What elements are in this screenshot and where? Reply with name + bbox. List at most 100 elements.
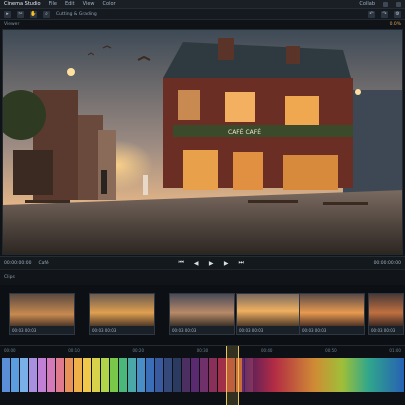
color-swatch[interactable] [128,358,136,392]
clip-label: 00:03 00:03 [237,326,301,334]
skip-forward-icon[interactable]: ⏭ [237,259,245,267]
clip-thumbnail[interactable]: 00:03 00:03 [299,293,365,335]
cafe-window-2 [285,96,319,126]
clip-thumbnail[interactable]: 00:03 00:03 [169,293,235,335]
color-swatch[interactable] [29,358,37,392]
cafe-sign: CAFÉ CAFÉ [228,128,261,136]
video-viewer[interactable]: CAFÉ CAFÉ [2,29,403,255]
close-icon[interactable] [396,1,401,7]
ruler-tick: 00:40 [260,348,273,353]
color-swatch-strip[interactable] [2,358,254,392]
clip-image [10,294,74,328]
cafe-window-3 [178,90,200,120]
clip-thumbnail[interactable]: 00:03 00:03 [368,293,404,335]
ruler-tick: 00:20 [132,348,144,353]
play-icon[interactable]: ▶ [207,259,215,267]
clip-image [170,294,234,328]
redo-icon[interactable]: ↷ [381,10,388,18]
left-wall [13,150,53,195]
ruler-tick: 00:00 [4,348,16,353]
timecode-left: 00:00:00:00 [4,260,32,266]
person-2 [143,175,148,195]
hand-tool-icon[interactable]: ✋ [30,10,37,18]
color-swatch[interactable] [92,358,100,392]
timeline-ruler: 00:00 00:10 00:20 00:30 00:40 00:50 01:0… [0,348,405,355]
color-swatch[interactable] [110,358,118,392]
blade-tool-icon[interactable]: ✂ [17,10,24,18]
color-swatch[interactable] [200,358,208,392]
toolbar-status: Cutting & Grading [56,11,97,17]
color-swatch[interactable] [209,358,217,392]
clip-image [90,294,154,328]
viewer-frame: CAFÉ CAFÉ [3,30,402,254]
ivy-sign-band [173,125,353,137]
chimney-2 [286,46,300,64]
color-swatch[interactable] [56,358,64,392]
clip-strip-header: Clips [0,269,405,285]
skip-back-icon[interactable]: ⏮ [177,259,185,267]
clip-image [237,294,301,328]
storefront-window [183,150,218,190]
collab-menu[interactable]: Collab [359,1,375,7]
chimney [218,38,234,60]
ruler-tick: 00:50 [325,348,337,353]
spectrum-gradient[interactable] [242,358,404,392]
color-swatch[interactable] [83,358,91,392]
select-tool-icon[interactable]: ▸ [4,10,11,18]
color-swatch[interactable] [146,358,154,392]
cafe-window [225,92,255,122]
color-swatch[interactable] [47,358,55,392]
color-swatch[interactable] [137,358,145,392]
color-swatch[interactable] [218,358,226,392]
menu-color[interactable]: Color [103,1,116,7]
color-swatch[interactable] [11,358,19,392]
person [101,170,107,194]
storefront-window-2 [233,152,263,190]
clip-thumbnail[interactable]: 00:03 00:03 [9,293,75,335]
viewer-label: Viewer [4,22,20,27]
timeline[interactable]: 00:00 00:10 00:20 00:30 00:40 00:50 01:0… [0,345,405,405]
menubar: Cinema Studio File Edit View Color Colla… [0,0,405,9]
undo-icon[interactable]: ↶ [368,10,375,18]
menu-file[interactable]: File [49,1,57,7]
toolbar: ▸ ✂ ✋ ⌕ Cutting & Grading ↶ ↷ ⚙ [0,9,405,20]
viewer-header: Viewer 0.0% [0,20,405,29]
color-swatch[interactable] [65,358,73,392]
ruler-tick: 00:10 [68,348,80,353]
street-lamp-2 [355,89,361,95]
color-swatch[interactable] [191,358,199,392]
clip-label: 00:03 00:03 [300,326,364,334]
color-swatch[interactable] [164,358,172,392]
clip-thumbnail[interactable]: 00:03 00:03 [89,293,155,335]
strip-label: Clips [4,275,15,280]
table-far-right [323,202,368,205]
color-swatch[interactable] [38,358,46,392]
step-forward-icon[interactable]: ▶ [222,259,230,267]
color-swatch[interactable] [101,358,109,392]
step-back-icon[interactable]: ◀ [192,259,200,267]
timecode-right: 00:00:00:00 [373,260,402,266]
color-swatch[interactable] [2,358,10,392]
clip-strip: 00:03 00:03 00:03 00:03 00:03 00:03 00:0… [0,285,405,345]
color-swatch[interactable] [182,358,190,392]
color-swatch[interactable] [74,358,82,392]
table-left [25,200,70,203]
menu-view[interactable]: View [83,1,95,7]
table-right [248,200,298,203]
menu-edit[interactable]: Edit [65,1,75,7]
clip-label: 00:03 00:03 [90,326,154,334]
color-swatch[interactable] [119,358,127,392]
clip-label: 00:03 00:03 [369,326,403,334]
app-title: Cinema Studio [4,1,41,7]
playhead[interactable] [226,346,239,405]
color-swatch[interactable] [173,358,181,392]
street-lamp [67,68,75,76]
settings-icon[interactable]: ⚙ [394,10,401,18]
clip-image [300,294,364,328]
color-swatch[interactable] [155,358,163,392]
clip-thumbnail[interactable]: 00:03 00:03 [236,293,302,335]
zoom-tool-icon[interactable]: ⌕ [43,10,50,18]
color-swatch[interactable] [20,358,28,392]
minimize-icon[interactable] [383,1,388,7]
zoom-level[interactable]: 0.0% [390,22,401,27]
